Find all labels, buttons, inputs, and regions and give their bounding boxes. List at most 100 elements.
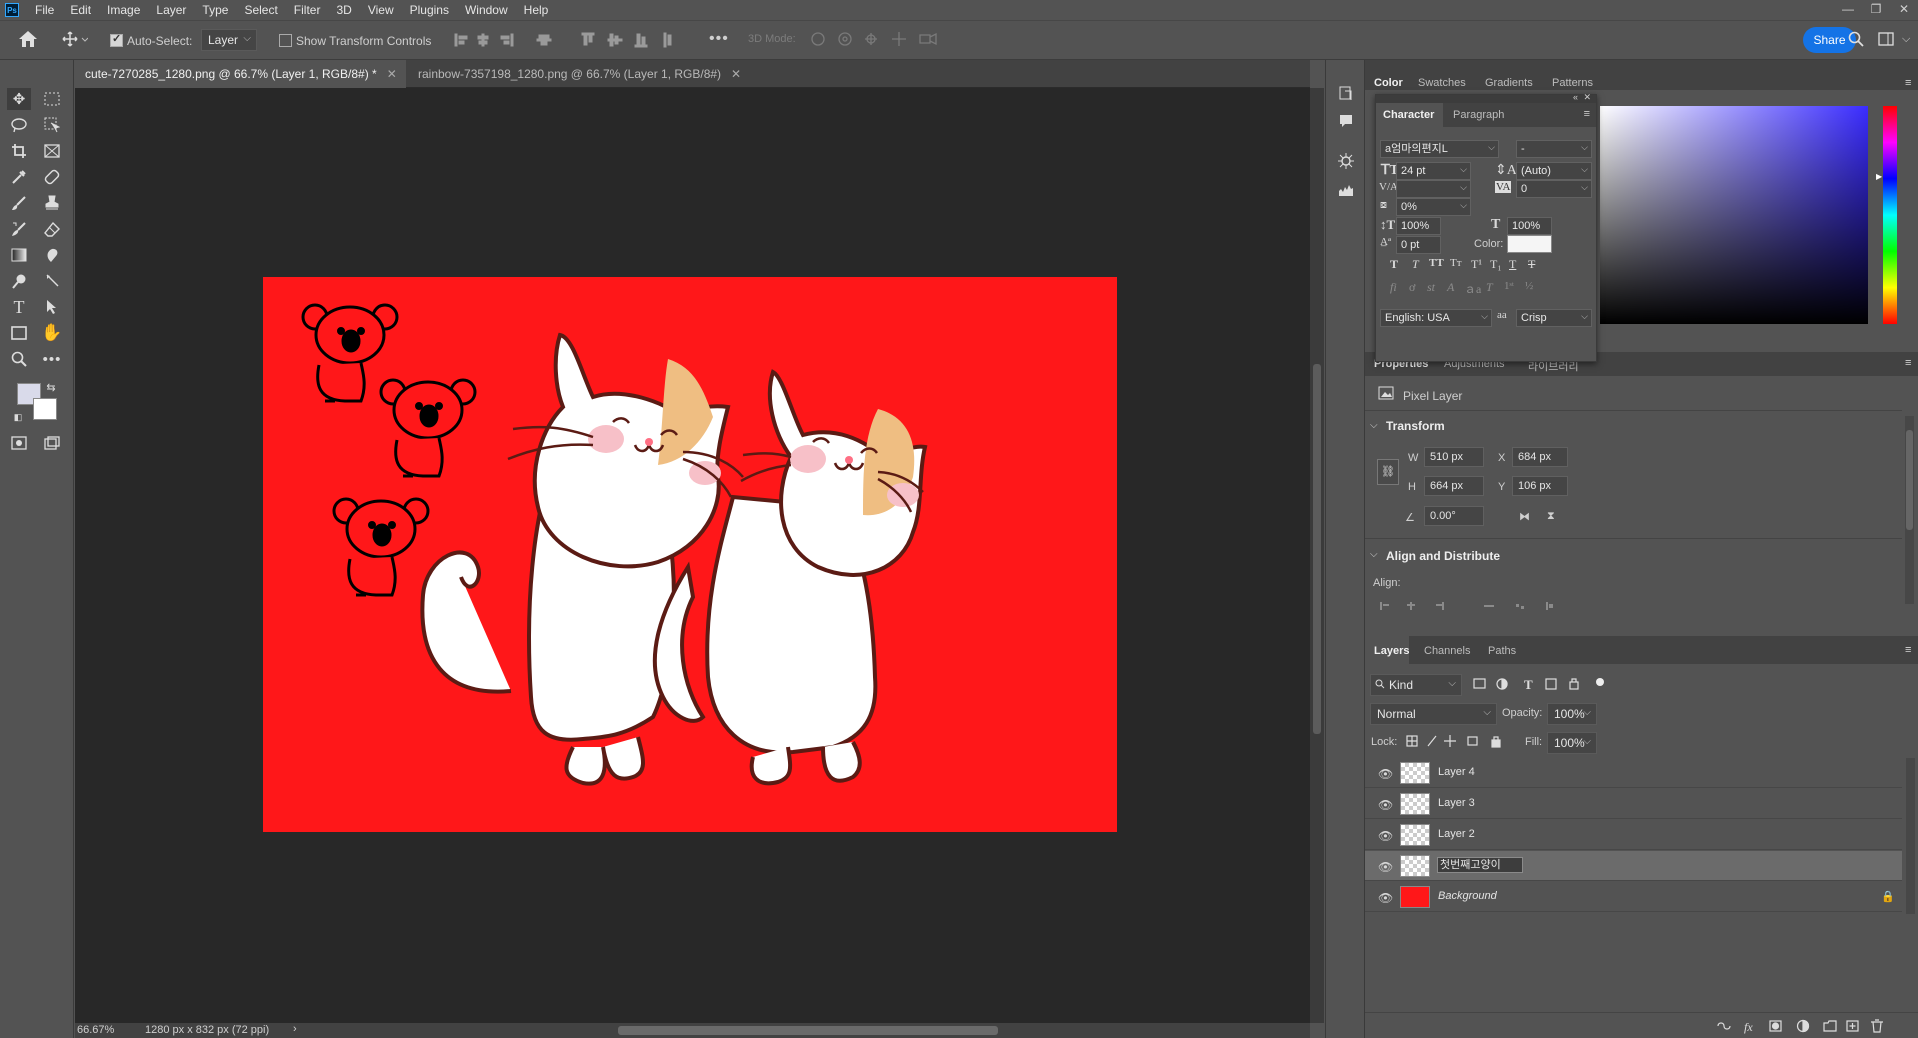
color-picker-field[interactable] [1600,106,1868,324]
edit-toolbar-icon[interactable]: ••• [40,348,64,370]
path-selection-tool-icon[interactable] [40,296,64,318]
adjustments-panel-icon[interactable] [1334,150,1358,172]
hue-slider[interactable] [1883,106,1897,324]
close-panel-icon[interactable]: ✕ [1583,92,1591,103]
restore-icon[interactable]: ❐ [1862,0,1890,20]
properties-menu-icon[interactable]: ≡ [1905,357,1911,369]
marquee-tool-icon[interactable] [40,88,64,110]
layer-name[interactable]: Layer 3 [1438,797,1475,809]
y-position-field[interactable]: 106 px [1512,476,1568,496]
dodge-tool-icon[interactable] [7,270,31,292]
lock-icon[interactable]: 🔒 [1881,890,1895,903]
more-options-icon[interactable]: ••• [709,30,729,48]
crop-tool-icon[interactable] [7,140,31,162]
panel-drag-bar[interactable] [1376,95,1596,103]
swash-icon[interactable]: A [1447,280,1454,295]
histogram-panel-icon[interactable] [1334,178,1358,200]
menu-layer[interactable]: Layer [148,0,194,20]
history-brush-tool-icon[interactable] [7,218,31,240]
language-dropdown[interactable]: English: USA [1380,308,1492,327]
visibility-eye-icon[interactable]: 👁 [1378,767,1393,781]
faux-italic-icon[interactable]: T [1412,257,1419,272]
subscript-icon[interactable]: T₁ [1490,257,1502,272]
tsume-field[interactable]: 0% [1396,197,1471,216]
menu-select[interactable]: Select [236,0,285,20]
close-tab-icon[interactable]: ✕ [387,67,397,81]
opacity-field[interactable]: 100% [1547,703,1597,725]
tab-character[interactable]: Character [1383,109,1434,121]
auto-select-checkbox[interactable] [110,32,123,47]
align-buttons-group[interactable] [453,30,703,50]
rectangle-tool-icon[interactable] [7,322,31,344]
document-canvas[interactable] [263,277,1117,832]
align-collapse-icon[interactable]: ⌵ [1370,549,1378,560]
layer-name-edit-field[interactable]: 첫번째고양이 [1437,857,1523,873]
history-panel-icon[interactable] [1334,82,1358,104]
close-tab-icon[interactable]: ✕ [731,67,741,81]
antialias-dropdown[interactable]: Crisp [1516,308,1592,327]
menu-edit[interactable]: Edit [62,0,99,20]
menu-help[interactable]: Help [516,0,557,20]
auto-select-target-dropdown[interactable]: Layer [201,29,257,51]
strikethrough-icon[interactable]: T [1528,257,1535,272]
tab-paths[interactable]: Paths [1488,645,1516,657]
fill-field[interactable]: 100% [1547,732,1597,754]
font-family-dropdown[interactable]: a엄마의편지L [1380,139,1499,158]
layer-row[interactable]: 👁 Layer 2 [1365,820,1902,850]
tab-channels[interactable]: Channels [1424,645,1470,657]
link-dimensions-icon[interactable]: ⛓ [1377,459,1399,485]
properties-scroll-thumb[interactable] [1906,430,1913,530]
default-colors-icon[interactable]: ◧ [12,406,24,428]
menu-3d[interactable]: 3D [328,0,359,20]
vertical-scale-field[interactable]: 100% [1396,217,1441,235]
layer-row[interactable]: 👁 Layer 4 [1365,758,1902,788]
horizontal-scroll-thumb[interactable] [618,1026,998,1035]
small-caps-icon[interactable]: Tт [1450,257,1462,269]
menu-file[interactable]: File [27,0,62,20]
menu-type[interactable]: Type [194,0,236,20]
tab-gradients[interactable]: Gradients [1485,77,1533,89]
font-style-dropdown[interactable]: - [1516,139,1592,158]
eraser-tool-icon[interactable] [40,218,64,240]
layer-name[interactable]: Layer 2 [1438,828,1475,840]
collapse-panel-icon[interactable]: « [1573,92,1578,102]
home-icon[interactable] [18,30,38,48]
gradient-tool-icon[interactable] [7,244,31,266]
tab-swatches[interactable]: Swatches [1418,77,1466,89]
visibility-eye-icon[interactable]: 👁 [1378,798,1393,812]
layer-row-selected[interactable]: 👁 첫번째고양이 [1365,851,1902,881]
visibility-eye-icon[interactable]: 👁 [1378,829,1393,843]
show-transform-checkbox[interactable] [279,34,292,47]
layer-name[interactable]: Background [1438,890,1497,902]
horizontal-scale-field[interactable]: 100% [1507,217,1552,235]
superscript-icon[interactable]: T¹ [1471,257,1482,272]
width-field[interactable]: 510 px [1424,447,1484,467]
angle-field[interactable]: 0.00° [1424,506,1484,526]
move-tool-icon[interactable]: ✥ [7,88,31,110]
hand-tool-icon[interactable]: ✋ [40,322,64,344]
zoom-level[interactable]: 66.67% [77,1024,114,1036]
underline-icon[interactable]: T [1509,257,1516,272]
healing-brush-tool-icon[interactable] [40,166,64,188]
visibility-eye-icon[interactable]: 👁 [1378,860,1393,874]
background-color-swatch[interactable] [33,398,57,420]
object-select-tool-icon[interactable] [40,114,64,136]
smudge-tool-icon[interactable] [40,244,64,266]
discretionary-ligature-icon[interactable]: st [1427,280,1435,295]
leading-field[interactable]: (Auto) [1516,161,1592,180]
x-position-field[interactable]: 684 px [1512,447,1568,467]
layer-name[interactable]: Layer 4 [1438,766,1475,778]
brush-tool-icon[interactable] [7,192,31,214]
zoom-tool-icon[interactable] [7,348,31,370]
frame-tool-icon[interactable] [40,140,64,162]
color-panel-menu-icon[interactable]: ≡ [1905,77,1911,89]
flip-vertical-icon[interactable]: ⧗ [1547,510,1555,523]
layers-scrollbar[interactable] [1906,758,1915,914]
clone-stamp-tool-icon[interactable] [40,192,64,214]
status-expand-icon[interactable]: › [293,1023,297,1035]
kerning-field[interactable] [1396,179,1471,198]
fractions-icon[interactable]: ½ [1525,280,1533,292]
vertical-scrollbar[interactable] [1310,88,1324,1023]
eyedropper-tool-icon[interactable] [7,166,31,188]
height-field[interactable]: 664 px [1424,476,1484,496]
